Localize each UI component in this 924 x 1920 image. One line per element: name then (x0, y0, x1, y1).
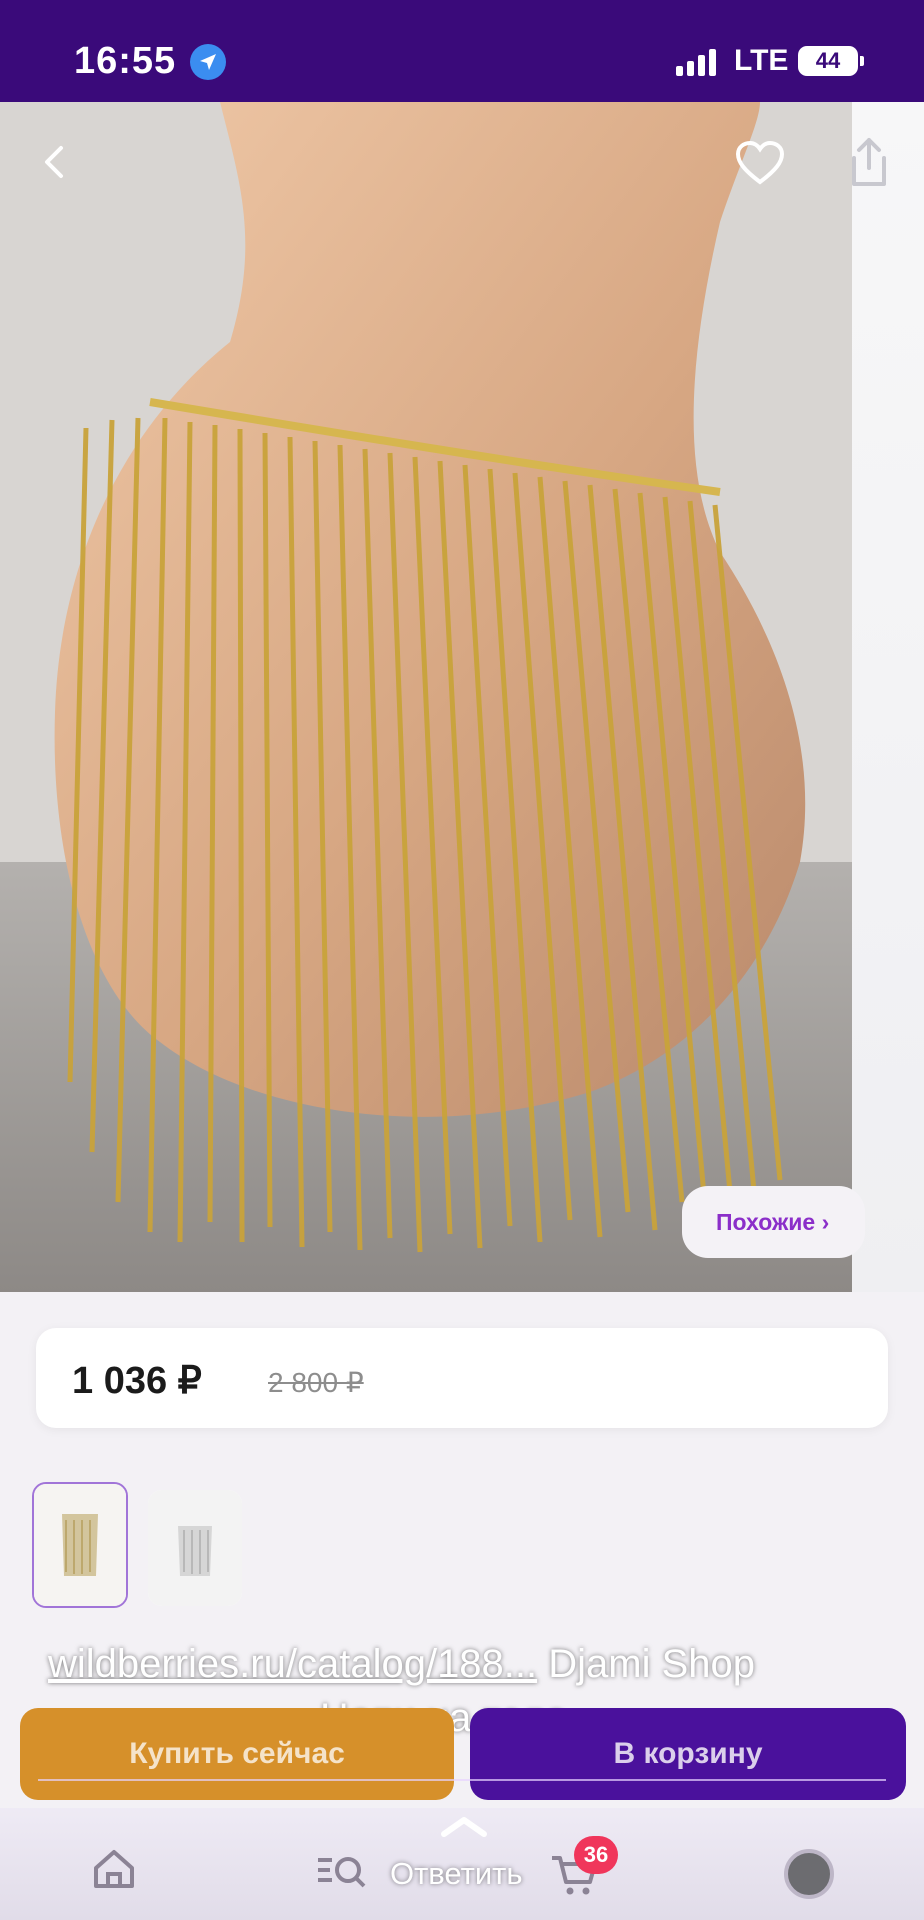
next-image-preview[interactable] (852, 102, 924, 1292)
back-icon[interactable] (36, 142, 76, 182)
add-to-cart-button[interactable]: В корзину (470, 1708, 906, 1800)
heart-icon[interactable] (734, 140, 786, 191)
network-type: LTE (734, 44, 789, 77)
search-icon[interactable] (316, 1852, 372, 1897)
similar-button[interactable]: Похожие › (682, 1186, 866, 1258)
buy-now-button[interactable]: Купить сейчас (20, 1708, 454, 1800)
product-screen: 16:55 LTE 44 Похожие › 1 036 ₽ 2 800 ₽ w… (0, 0, 924, 1920)
signal-icon (676, 48, 716, 76)
status-time: 16:55 (74, 40, 177, 82)
old-price: 2 800 ₽ (268, 1367, 364, 1398)
reply-label[interactable]: Ответить (390, 1856, 523, 1892)
button-underline (38, 1779, 886, 1781)
product-image[interactable] (0, 102, 852, 1292)
thumbnail-2[interactable] (148, 1490, 242, 1606)
share-icon[interactable] (846, 136, 892, 195)
status-bar: 16:55 LTE 44 (0, 0, 924, 102)
location-arrow-icon (190, 44, 226, 80)
cart-badge: 36 (574, 1836, 618, 1874)
thumbnail-1[interactable] (32, 1482, 128, 1608)
battery-indicator: 44 (798, 46, 864, 76)
home-icon[interactable] (92, 1848, 136, 1895)
product-photo (0, 102, 852, 1292)
overlay-link[interactable]: wildberries.ru/catalog/188... (48, 1642, 537, 1686)
overlay-shop: Djami Shop (548, 1642, 756, 1686)
avatar[interactable] (784, 1849, 834, 1899)
current-price: 1 036 ₽ (72, 1360, 202, 1402)
price-card: 1 036 ₽ 2 800 ₽ (36, 1328, 888, 1428)
chevron-up-icon[interactable] (436, 1810, 492, 1845)
overlay-link-line: wildberries.ru/catalog/188... Djami Shop (48, 1642, 755, 1687)
